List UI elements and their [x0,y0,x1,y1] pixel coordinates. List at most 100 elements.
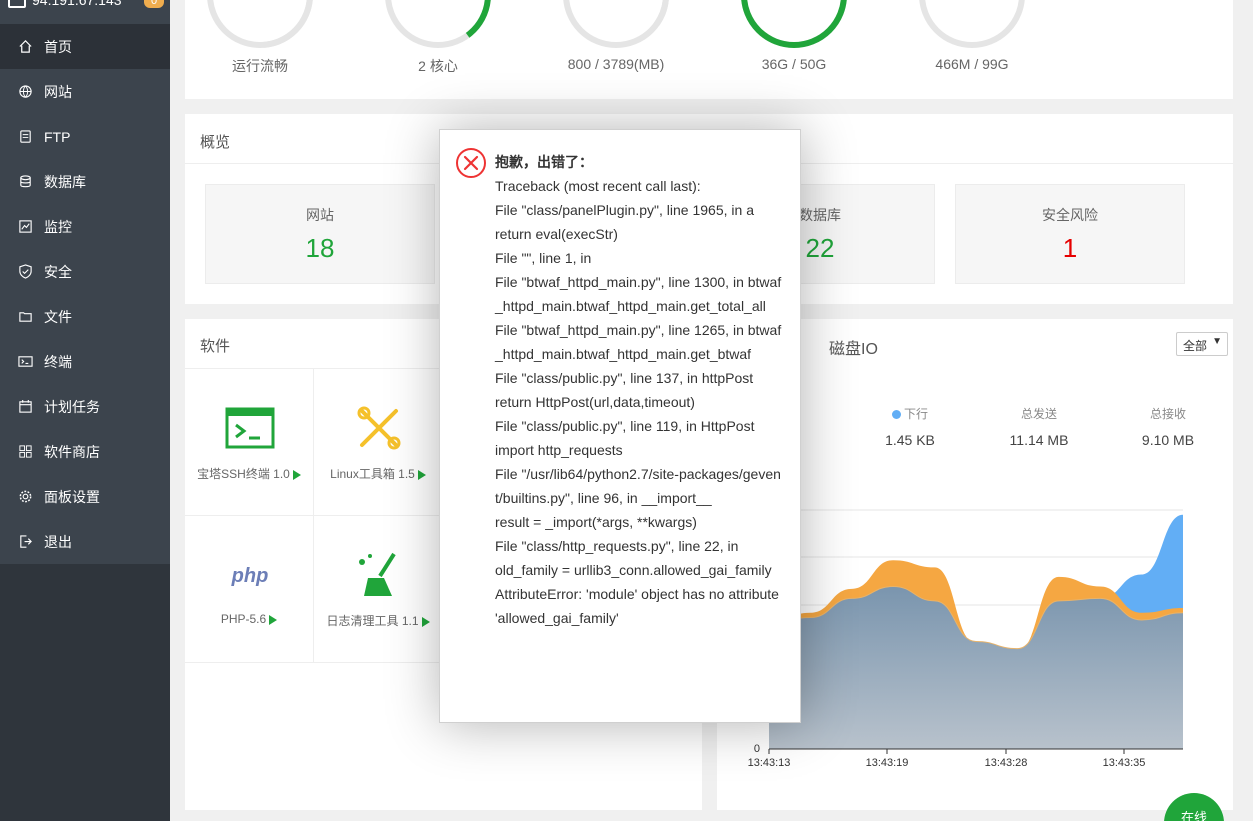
play-icon[interactable] [292,469,301,480]
error-message: 抱歉，出错了： Traceback (most recent call last… [495,150,785,630]
status-gauge[interactable]: 800 / 3789(MB) [551,0,681,100]
sidebar-item-label: 退出 [44,533,72,550]
database-icon [16,173,34,191]
calendar-icon [16,398,34,416]
ssh-terminal-icon [225,403,275,453]
gauge-ring [741,0,847,48]
overview-box-value: 1 [1062,233,1078,263]
gear-icon [16,488,34,506]
overview-box-security-risk[interactable]: 安全风险 1 [955,184,1185,284]
sidebar-item-label: 数据库 [44,173,86,190]
apps-grid-icon [16,443,34,461]
software-item-name: Linux工具箱 1.5 [330,467,415,481]
traceback-line: File "/usr/lib64/python2.7/site-packages… [495,466,781,506]
sidebar-footer [0,564,170,821]
overview-box-title: 安全风险 [1042,207,1098,223]
traceback-line: File "class/public.py", line 137, in htt… [495,370,754,386]
shield-icon [16,263,34,281]
monitor-icon [8,0,26,9]
gauge-ring [385,0,491,48]
sidebar-nav: 首页网站 FTP 数据库监控 安全文件终端计划任务软件商店面板设置退出 [0,24,170,564]
error-dialog: 抱歉，出错了： Traceback (most recent call last… [439,129,801,723]
sidebar-item-label: 终端 [44,353,72,370]
x-tick-label: 13:43:19 [866,757,909,769]
notification-badge[interactable]: 0 [144,0,164,8]
sidebar-item-3[interactable]: 数据库 [0,159,170,204]
sidebar: 94.191.67.143 0 首页网站 FTP 数据库监控 安全文件终端计划任务软件… [0,0,170,821]
sidebar-item-8[interactable]: 计划任务 [0,384,170,429]
software-item[interactable]: php PHP-5.6 [185,516,314,663]
sidebar-item-label: 网站 [44,83,72,100]
play-icon[interactable] [417,469,426,480]
sidebar-item-label: FTP [44,128,71,145]
sidebar-item-label: 文件 [44,308,72,325]
overview-box-title: 网站 [306,207,334,223]
sidebar-item-label: 计划任务 [44,398,100,415]
gauge-label: 800 / 3789(MB) [567,56,665,72]
traceback-line: File "class/panelPlugin.py", line 1965, … [495,202,754,218]
gauge-label: 2 核心 [418,58,458,74]
traceback-line: File "class/http_requests.py", line 22, … [495,538,739,554]
sidebar-item-7[interactable]: 终端 [0,339,170,384]
overview-title: 概览 [200,134,231,151]
software-item[interactable]: 宝塔SSH终端 1.0 [185,369,314,516]
sidebar-item-1[interactable]: 网站 [0,69,170,114]
gauge-fill [741,0,847,48]
terminal-icon [16,353,34,371]
php-logo-text: php [231,565,269,587]
sidebar-item-11[interactable]: 退出 [0,519,170,564]
software-item[interactable]: Linux工具箱 1.5 [314,369,443,516]
status-gauge[interactable]: 2 核心 [373,0,503,100]
status-gauge[interactable]: 36G / 50G [729,0,859,100]
software-item-name: PHP-5.6 [220,612,267,626]
status-gauge[interactable]: 466M / 99G [907,0,1037,100]
sidebar-item-9[interactable]: 软件商店 [0,429,170,474]
status-gauge[interactable]: 运行流畅 [195,0,325,100]
x-tick-label: 13:43:13 [748,757,791,769]
play-icon[interactable] [269,614,278,625]
overview-box-value: 18 [305,233,335,263]
traceback-line: AttributeError: 'module' object has no a… [495,586,779,626]
traceback-line: File "btwaf_httpd_main.py", line 1300, i… [495,274,782,314]
ftp-icon [16,128,34,146]
sidebar-item-5[interactable]: 安全 [0,249,170,294]
overview-box-sites[interactable]: 网站 18 [205,184,435,284]
status-panel: 运行流畅 2 核心 800 / 3789(MB) 36G / 50G 466M / 99… [185,0,1233,99]
server-ip: 94.191.67.143 [8,0,122,9]
sidebar-item-label: 面板设置 [44,488,100,505]
sidebar-item-label: 软件商店 [44,443,100,460]
gauge-ring [919,0,1025,48]
software-item-name: 宝塔SSH终端 1.0 [197,467,290,481]
sidebar-item-2[interactable]: FTP [0,114,170,159]
software-item-name: 日志清理工具 1.1 [326,614,419,628]
traceback-line: old_family = urllib3_conn.allowed_gai_fa… [495,562,772,578]
play-icon[interactable] [421,616,430,627]
sidebar-item-label: 首页 [44,38,72,55]
sidebar-item-4[interactable]: 监控 [0,204,170,249]
traceback-line: File "", line 1, in [495,250,592,266]
home-icon [16,38,34,56]
logout-icon [16,533,34,551]
traceback-line: File "btwaf_httpd_main.py", line 1265, i… [495,322,782,362]
broom-icon [354,550,404,600]
y-tick-label: 0 [754,743,760,755]
traceback-line: return eval(execStr) [495,226,618,242]
server-header: 94.191.67.143 0 [0,0,170,24]
globe-icon [16,83,34,101]
sidebar-item-10[interactable]: 面板设置 [0,474,170,519]
gauge-label: 466M / 99G [935,56,1009,72]
traceback-line: result = _import(*args, **kwargs) [495,514,697,530]
x-tick-label: 13:43:28 [985,757,1028,769]
gauge-label: 运行流畅 [232,58,288,74]
error-icon [456,148,486,178]
software-title: 软件 [200,338,231,355]
monitor-chart-icon [16,218,34,236]
server-ip-text: 94.191.67.143 [32,0,122,8]
sidebar-item-0[interactable]: 首页 [0,24,170,69]
x-tick-label: 13:43:35 [1103,757,1146,769]
software-item[interactable]: 日志清理工具 1.1 [314,516,443,663]
sidebar-item-6[interactable]: 文件 [0,294,170,339]
gauge-ring [563,0,669,48]
traceback-line: File "class/public.py", line 119, in Htt… [495,418,755,434]
folder-icon [16,308,34,326]
